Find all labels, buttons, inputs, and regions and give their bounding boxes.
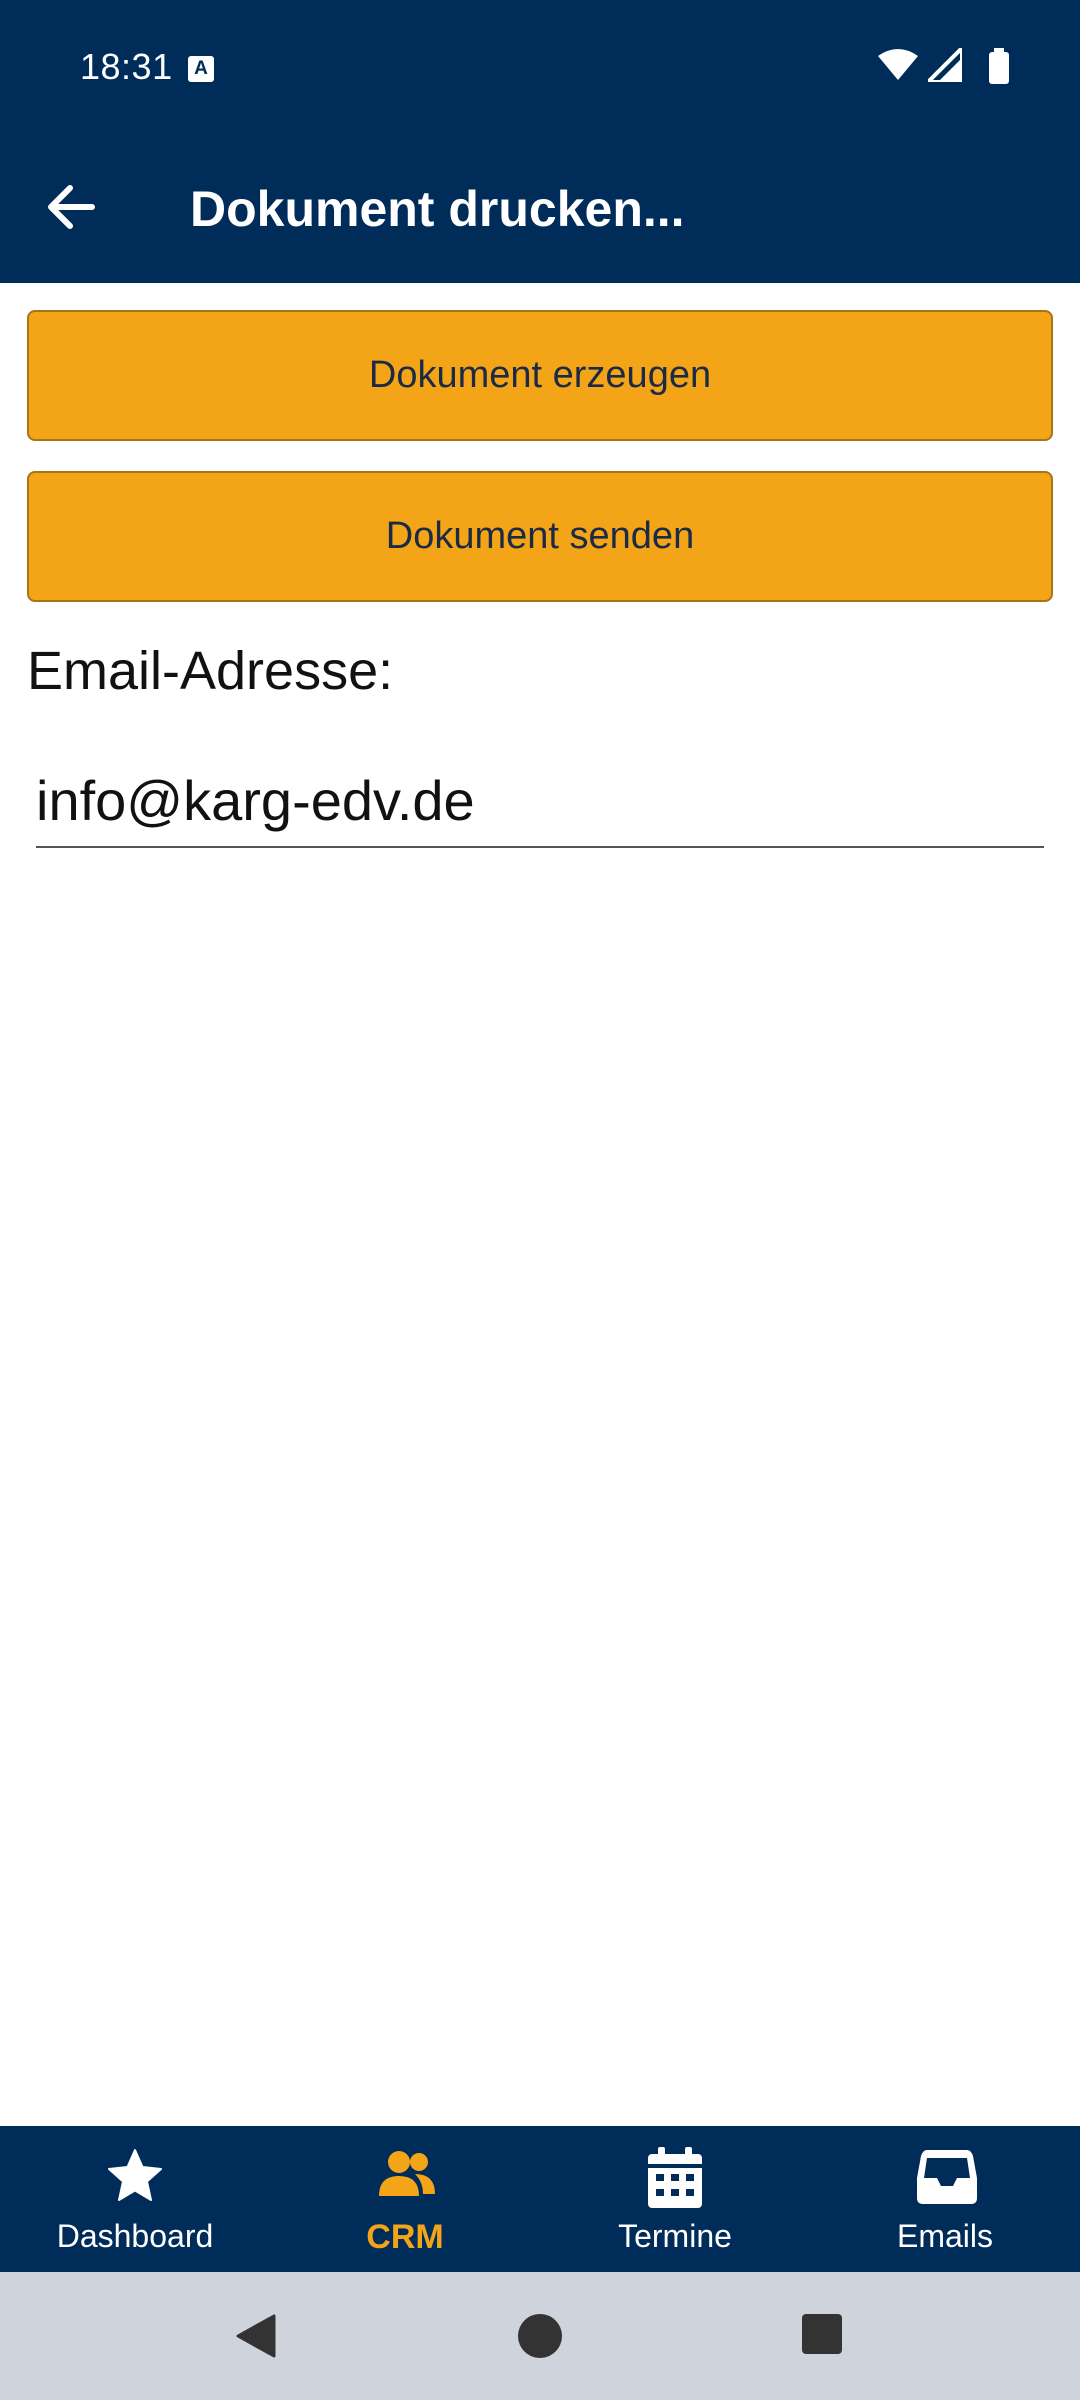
- nav-item-crm[interactable]: CRM: [270, 2126, 540, 2272]
- nav-item-dashboard[interactable]: Dashboard: [0, 2126, 270, 2272]
- bottom-nav: Dashboard CRM Termine Emails: [0, 2126, 1080, 2272]
- nav-label-termine: Termine: [618, 2218, 732, 2254]
- app-bar: Dokument drucken...: [0, 136, 1080, 283]
- battery-icon: [989, 48, 1009, 84]
- nav-label-crm: CRM: [366, 2218, 444, 2256]
- system-recents-icon[interactable]: [800, 2312, 844, 2356]
- nav-label-emails: Emails: [896, 2218, 993, 2254]
- nav-item-emails[interactable]: Emails: [810, 2126, 1080, 2272]
- calendar-icon: [648, 2147, 702, 2208]
- generate-document-button[interactable]: Dokument erzeugen: [27, 310, 1053, 441]
- wifi-icon: [878, 49, 918, 80]
- status-bar: 18:31 A: [0, 0, 1080, 136]
- back-button[interactable]: [30, 166, 112, 248]
- status-time: 18:31: [80, 46, 173, 87]
- nav-label-dashboard: Dashboard: [56, 2218, 214, 2254]
- signal-icon: [928, 48, 962, 82]
- page-title: Dokument drucken...: [190, 181, 685, 237]
- send-document-button[interactable]: Dokument senden: [27, 471, 1053, 602]
- email-label: Email-Adresse:: [27, 641, 394, 701]
- notification-icon: A: [188, 56, 214, 82]
- system-back-icon[interactable]: [232, 2312, 280, 2360]
- inbox-icon: [917, 2150, 977, 2204]
- arrow-left-icon: [48, 185, 95, 229]
- system-home-icon[interactable]: [516, 2312, 564, 2360]
- email-field[interactable]: [36, 760, 1044, 848]
- nav-item-termine[interactable]: Termine: [540, 2126, 810, 2272]
- system-nav-bar: [0, 2272, 1080, 2400]
- star-icon: [108, 2149, 162, 2201]
- users-icon: [379, 2151, 435, 2196]
